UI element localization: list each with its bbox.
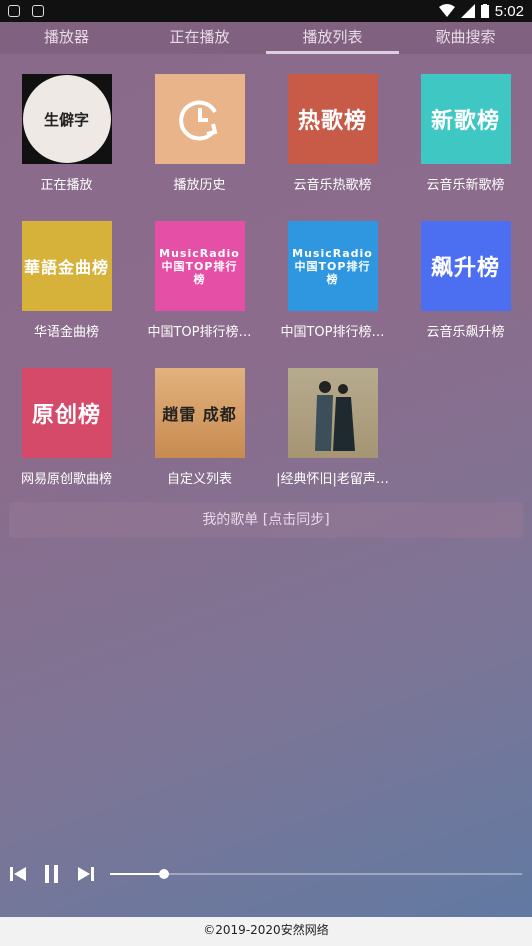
playlist-card[interactable]: 原创榜网易原创歌曲榜 <box>0 368 133 487</box>
playlist-card[interactable]: MusicRadio 中国TOP排行榜中国TOP排行榜… <box>133 221 266 340</box>
history-clock-icon <box>178 100 217 141</box>
status-bar: 5:02 <box>0 0 532 22</box>
playlist-card[interactable]: 華語金曲榜华语金曲榜 <box>0 221 133 340</box>
next-button[interactable] <box>76 863 96 885</box>
alert-notification-icon <box>32 5 44 17</box>
cover-title: MusicRadio 中国TOP排行榜 <box>292 246 373 286</box>
tab-bar: 播放器 正在播放 播放列表 歌曲搜索 <box>0 22 532 54</box>
tab-player[interactable]: 播放器 <box>0 22 133 54</box>
playlist-card[interactable]: 热歌榜 云音乐热歌榜 <box>266 74 399 193</box>
playlist-cover[interactable] <box>154 74 245 164</box>
playlist-caption: 中国TOP排行榜… <box>147 325 252 340</box>
pause-button[interactable] <box>42 863 62 885</box>
battery-icon <box>480 4 489 18</box>
next-icon <box>78 867 94 881</box>
footer-copyright: ©2019-2020安然网络 <box>0 917 532 946</box>
playlist-caption: 云音乐飙升榜 <box>426 325 505 340</box>
playlist-cover[interactable]: MusicRadio 中国TOP排行榜 <box>154 221 245 311</box>
playlist-caption: 云音乐新歌榜 <box>426 178 505 193</box>
playlist-card[interactable]: 播放历史 <box>133 74 266 193</box>
playlist-caption: 网易原创歌曲榜 <box>20 472 112 487</box>
playlist-caption: |经典怀旧|老留声… <box>276 472 389 487</box>
playlist-cover[interactable]: 新歌榜 <box>420 74 511 164</box>
cover-title: 趙雷 成都 <box>162 405 237 424</box>
playlist-caption: 正在播放 <box>40 178 93 193</box>
playlist-card[interactable]: MusicRadio 中国TOP排行榜中国TOP排行榜… <box>266 221 399 340</box>
couple-illustration <box>314 381 355 451</box>
playlist-card[interactable]: 生僻字 正在播放 <box>0 74 133 193</box>
cover-title: 原创榜 <box>31 403 101 428</box>
playlist-caption: 云音乐热歌榜 <box>293 178 372 193</box>
cover-title: MusicRadio 中国TOP排行榜 <box>159 246 240 286</box>
progress-slider[interactable] <box>110 869 522 879</box>
playlist-card[interactable]: |经典怀旧|老留声… <box>266 368 399 487</box>
previous-button[interactable] <box>8 863 28 885</box>
tab-playlists[interactable]: 播放列表 <box>266 22 399 54</box>
playlist-cover[interactable]: 热歌榜 <box>287 74 378 164</box>
cover-title: 華語金曲榜 <box>23 258 109 277</box>
playlist-caption: 自定义列表 <box>166 472 232 487</box>
tab-song-search[interactable]: 歌曲搜索 <box>399 22 532 54</box>
player-controls <box>0 858 532 890</box>
progress-knob[interactable] <box>158 869 169 879</box>
tab-now-playing[interactable]: 正在播放 <box>133 22 266 54</box>
wifi-icon <box>438 4 455 17</box>
pause-icon <box>45 865 58 883</box>
playlist-cover[interactable]: 原创榜 <box>21 368 112 458</box>
cover-title: 飙升榜 <box>430 256 500 281</box>
previous-icon <box>10 867 26 881</box>
album-disc-art: 生僻字 <box>22 75 111 163</box>
cover-title: 热歌榜 <box>297 109 367 134</box>
status-time: 5:02 <box>494 2 524 20</box>
playlist-cover[interactable]: 華語金曲榜 <box>21 221 112 311</box>
progress-fill <box>110 873 164 875</box>
cover-title: 生僻字 <box>43 110 89 129</box>
signal-icon <box>460 4 475 18</box>
playlist-cover[interactable]: 飙升榜 <box>420 221 511 311</box>
my-playlist-sync-button[interactable]: 我的歌单 [点击同步] <box>9 502 523 538</box>
app-notification-icon <box>8 5 20 17</box>
playlist-card[interactable]: 新歌榜 云音乐新歌榜 <box>399 74 532 193</box>
playlist-caption: 中国TOP排行榜… <box>280 325 385 340</box>
playlist-cover[interactable]: 生僻字 <box>21 74 112 164</box>
playlist-caption: 播放历史 <box>173 178 226 193</box>
playlist-card[interactable]: 趙雷 成都自定义列表 <box>133 368 266 487</box>
cover-title: 新歌榜 <box>430 109 500 134</box>
playlist-grid: 生僻字 正在播放 播放历史 热歌榜 云音乐热歌榜 新歌榜 云音乐新歌榜 華語金曲榜 华语金曲榜 M… <box>0 74 532 487</box>
playlist-cover[interactable]: MusicRadio 中国TOP排行榜 <box>287 221 378 311</box>
playlist-card[interactable]: 飙升榜 云音乐飙升榜 <box>399 221 532 340</box>
playlist-caption: 华语金曲榜 <box>33 325 99 340</box>
playlist-cover[interactable]: 趙雷 成都 <box>154 368 245 458</box>
playlist-cover[interactable] <box>287 368 378 458</box>
